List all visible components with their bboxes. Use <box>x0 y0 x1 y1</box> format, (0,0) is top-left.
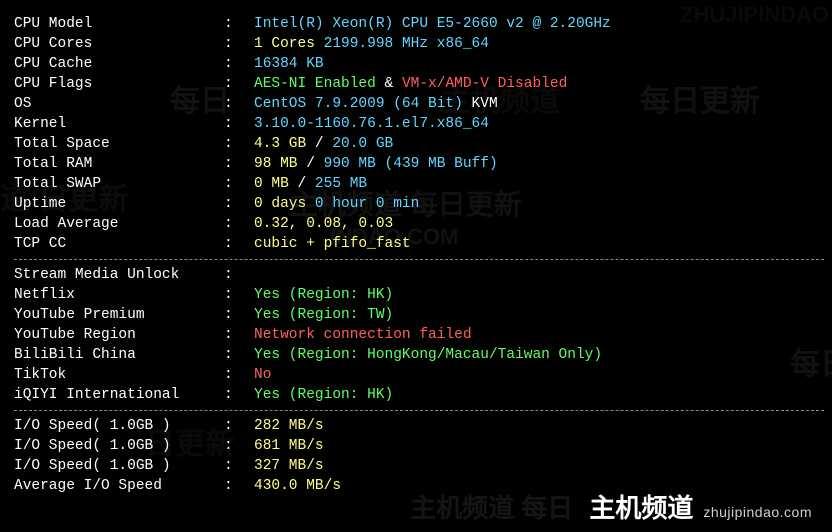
terminal-row: I/O Speed( 1.0GB ): 327 MB/s <box>14 456 818 476</box>
terminal-row: YouTube Region: Network connection faile… <box>14 325 818 345</box>
row-value: 0 days 0 hour 0 min <box>254 194 419 214</box>
row-label: Total SWAP <box>14 174 224 194</box>
row-separator: : <box>224 194 254 214</box>
stream-header-row: Stream Media Unlock: <box>14 265 818 285</box>
banner-faint-text: 主机频道 每日 <box>410 498 573 518</box>
row-label: Kernel <box>14 114 224 134</box>
row-value: Yes (Region: HK) <box>254 385 393 405</box>
row-value: 0 MB / 255 MB <box>254 174 367 194</box>
row-value: AES-NI Enabled & VM-x/AMD-V Disabled <box>254 74 567 94</box>
row-label: Netflix <box>14 285 224 305</box>
row-separator: : <box>224 325 254 345</box>
row-label: I/O Speed( 1.0GB ) <box>14 436 224 456</box>
row-value: 327 MB/s <box>254 456 324 476</box>
terminal-row: I/O Speed( 1.0GB ): 282 MB/s <box>14 416 818 436</box>
row-separator: : <box>224 305 254 325</box>
row-separator: : <box>224 114 254 134</box>
row-separator: : <box>224 34 254 54</box>
row-value: Yes (Region: HK) <box>254 285 393 305</box>
row-separator: : <box>224 154 254 174</box>
row-separator: : <box>224 365 254 385</box>
row-label: Average I/O Speed <box>14 476 224 496</box>
row-value: Intel(R) Xeon(R) CPU E5-2660 v2 @ 2.20GH… <box>254 14 611 34</box>
row-separator: : <box>224 436 254 456</box>
row-label: CPU Model <box>14 14 224 34</box>
brand-banner: 主机频道 每日 主机频道 zhujipindao.com <box>0 498 832 522</box>
terminal-row: Total SWAP: 0 MB / 255 MB <box>14 174 818 194</box>
row-value: 3.10.0-1160.76.1.el7.x86_64 <box>254 114 489 134</box>
row-value: 98 MB / 990 MB (439 MB Buff) <box>254 154 498 174</box>
row-separator: : <box>224 345 254 365</box>
row-separator: : <box>224 234 254 254</box>
row-label: OS <box>14 94 224 114</box>
row-value: 1 Cores 2199.998 MHz x86_64 <box>254 34 489 54</box>
terminal-row: CPU Model: Intel(R) Xeon(R) CPU E5-2660 … <box>14 14 818 34</box>
row-label: CPU Cores <box>14 34 224 54</box>
row-label: CPU Cache <box>14 54 224 74</box>
row-label: Total RAM <box>14 154 224 174</box>
row-separator: : <box>224 54 254 74</box>
row-value: Yes (Region: HongKong/Macau/Taiwan Only) <box>254 345 602 365</box>
row-value: No <box>254 365 271 385</box>
row-separator: : <box>224 416 254 436</box>
terminal-row: TikTok: No <box>14 365 818 385</box>
terminal-output: CPU Model: Intel(R) Xeon(R) CPU E5-2660 … <box>14 14 818 496</box>
terminal-row: Total Space: 4.3 GB / 20.0 GB <box>14 134 818 154</box>
row-value: 282 MB/s <box>254 416 324 436</box>
terminal-row: Average I/O Speed: 430.0 MB/s <box>14 476 818 496</box>
row-value: 430.0 MB/s <box>254 476 341 496</box>
row-value: 16384 KB <box>254 54 324 74</box>
row-label: I/O Speed( 1.0GB ) <box>14 416 224 436</box>
row-value: Network connection failed <box>254 325 472 345</box>
row-value: cubic + pfifo_fast <box>254 234 411 254</box>
row-value: 0.32, 0.08, 0.03 <box>254 214 393 234</box>
row-label: TikTok <box>14 365 224 385</box>
section-separator <box>14 410 824 411</box>
row-label: Stream Media Unlock <box>14 265 224 285</box>
row-value: 681 MB/s <box>254 436 324 456</box>
banner-sub-text: zhujipindao.com <box>703 502 812 522</box>
terminal-row: YouTube Premium: Yes (Region: TW) <box>14 305 818 325</box>
row-separator: : <box>224 456 254 476</box>
terminal-row: Uptime: 0 days 0 hour 0 min <box>14 194 818 214</box>
terminal-row: OS: CentOS 7.9.2009 (64 Bit) KVM <box>14 94 818 114</box>
terminal-row: BiliBili China: Yes (Region: HongKong/Ma… <box>14 345 818 365</box>
terminal-row: CPU Cores: 1 Cores 2199.998 MHz x86_64 <box>14 34 818 54</box>
terminal-row: CPU Flags: AES-NI Enabled & VM-x/AMD-V D… <box>14 74 818 94</box>
row-value: CentOS 7.9.2009 (64 Bit) KVM <box>254 94 498 114</box>
section-separator <box>14 259 824 260</box>
row-label: BiliBili China <box>14 345 224 365</box>
row-separator: : <box>224 74 254 94</box>
row-separator: : <box>224 14 254 34</box>
row-value: 4.3 GB / 20.0 GB <box>254 134 393 154</box>
terminal-row: I/O Speed( 1.0GB ): 681 MB/s <box>14 436 818 456</box>
row-label: Load Average <box>14 214 224 234</box>
terminal-row: Total RAM: 98 MB / 990 MB (439 MB Buff) <box>14 154 818 174</box>
terminal-row: TCP CC: cubic + pfifo_fast <box>14 234 818 254</box>
row-separator: : <box>224 134 254 154</box>
row-separator: : <box>224 214 254 234</box>
row-label: I/O Speed( 1.0GB ) <box>14 456 224 476</box>
row-separator: : <box>224 265 254 285</box>
terminal-row: Load Average: 0.32, 0.08, 0.03 <box>14 214 818 234</box>
row-label: YouTube Region <box>14 325 224 345</box>
row-separator: : <box>224 94 254 114</box>
banner-main-text: 主机频道 <box>589 498 693 518</box>
terminal-row: Netflix: Yes (Region: HK) <box>14 285 818 305</box>
row-separator: : <box>224 285 254 305</box>
row-separator: : <box>224 385 254 405</box>
row-label: Total Space <box>14 134 224 154</box>
row-label: iQIYI International <box>14 385 224 405</box>
row-value: Yes (Region: TW) <box>254 305 393 325</box>
row-label: TCP CC <box>14 234 224 254</box>
row-label: YouTube Premium <box>14 305 224 325</box>
row-separator: : <box>224 476 254 496</box>
row-separator: : <box>224 174 254 194</box>
row-label: Uptime <box>14 194 224 214</box>
terminal-row: iQIYI International: Yes (Region: HK) <box>14 385 818 405</box>
terminal-row: CPU Cache: 16384 KB <box>14 54 818 74</box>
terminal-row: Kernel: 3.10.0-1160.76.1.el7.x86_64 <box>14 114 818 134</box>
row-label: CPU Flags <box>14 74 224 94</box>
